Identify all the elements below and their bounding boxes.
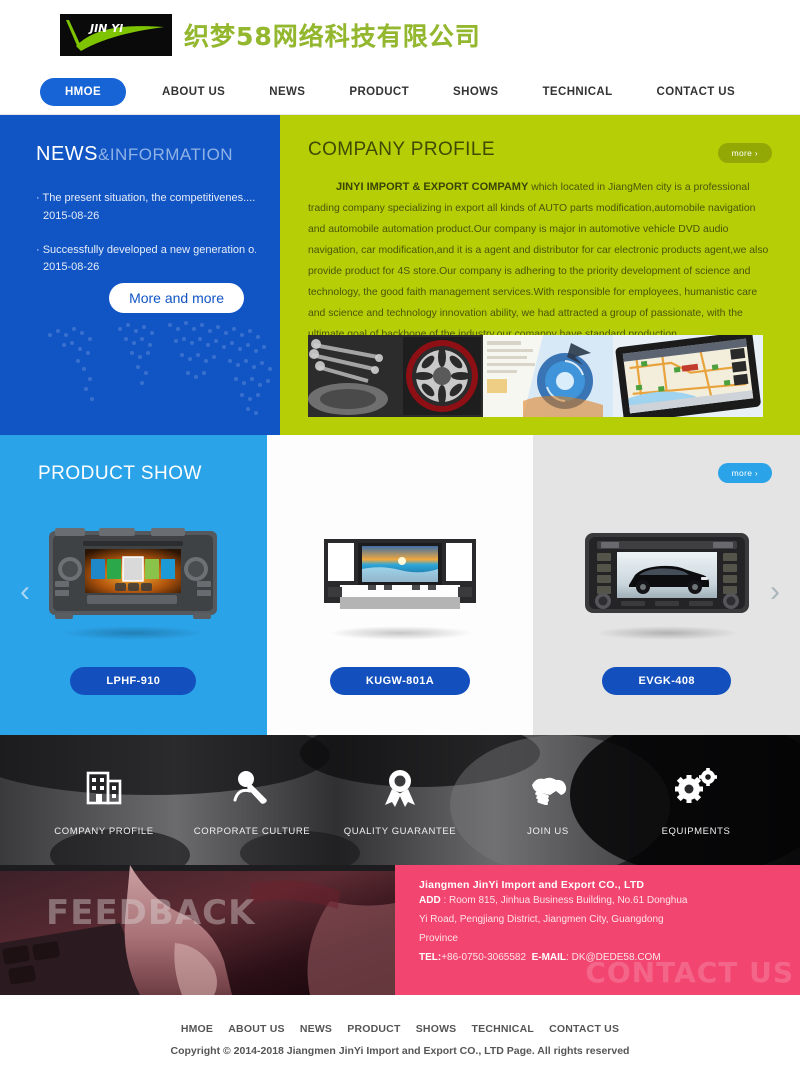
news-list-item[interactable]: · The present situation, the competitive… xyxy=(36,190,256,222)
svg-text:JIN YI: JIN YI xyxy=(88,22,123,35)
service-item-join-us[interactable]: JOIN US xyxy=(474,764,622,837)
nav-item-product[interactable]: PRODUCT xyxy=(327,78,431,106)
contact-tel-email: TEL:+86-0750-3065582 E-MAIL: DK@DEDE58.C… xyxy=(419,952,780,963)
service-label: COMPANY PROFILE xyxy=(54,825,154,837)
auto-tools-photo xyxy=(308,335,483,417)
chevron-left-icon[interactable]: ‹ xyxy=(20,577,30,607)
contact-address-line-1: ADD : Room 815, Jinhua Business Building… xyxy=(419,891,780,910)
service-label: QUALITY GUARANTEE xyxy=(343,825,457,837)
footer-copyright: Copyright © 2014-2018 Jiangmen JinYi Imp… xyxy=(170,1045,630,1057)
feedback-title: FEEDBACK xyxy=(46,893,256,933)
world-map-dots-decoration xyxy=(48,321,272,415)
nav-item-technical[interactable]: TECHNICAL xyxy=(521,78,635,106)
product-image[interactable] xyxy=(43,523,223,640)
contact-email-value: : DK@DEDE58.COM xyxy=(566,952,661,963)
product-image[interactable] xyxy=(577,523,757,640)
product-image-shadow xyxy=(328,626,473,640)
company-profile-title: COMPANY PROFILE xyxy=(308,139,495,160)
nav-item-shows[interactable]: SHOWS xyxy=(431,78,520,106)
chevron-right-icon[interactable]: › xyxy=(770,577,780,607)
main-nav: HMOE ABOUT US NEWS PRODUCT SHOWS TECHNIC… xyxy=(0,70,800,115)
news-heading: NEWS&INFORMATION xyxy=(36,143,256,166)
news-item-date: 2015-08-26 xyxy=(43,261,100,273)
news-and-profile-row: NEWS&INFORMATION · The present situation… xyxy=(0,115,800,435)
contact-address-line-2: Yi Road, Pengjiang District, Jiangmen Ci… xyxy=(419,914,664,925)
contact-address-text: : Room 815, Jinhua Business Building, No… xyxy=(440,895,688,906)
service-item-quality-guarantee[interactable]: QUALITY GUARANTEE xyxy=(326,764,474,837)
product-show-more-button[interactable]: more › xyxy=(717,463,773,483)
contact-panel: CONTACT US Jiangmen JinYi Import and Exp… xyxy=(395,865,800,995)
footer-nav-hmoe[interactable]: HMOE xyxy=(181,1023,213,1035)
nav-item-hmoe[interactable]: HMOE xyxy=(40,78,126,106)
contact-email-label: E-MAIL xyxy=(531,952,567,963)
car-dvd-player-double-din-image xyxy=(49,528,218,619)
gears-icon xyxy=(622,764,770,812)
news-list-item[interactable]: · Successfully developed a new generatio… xyxy=(36,242,256,274)
footer-nav-news[interactable]: NEWS xyxy=(300,1023,332,1035)
product-card: more › › EVGK-408 xyxy=(533,435,800,735)
company-profile-panel: COMPANY PROFILE more › JINYI IMPORT & EX… xyxy=(280,115,800,435)
car-dvd-player-sedan-screen-image xyxy=(584,533,749,613)
footer-nav-about-us[interactable]: ABOUT US xyxy=(228,1023,284,1035)
product-show-row: PRODUCT SHOW ‹ LPHF-910 KUGW-801A more ›… xyxy=(0,435,800,735)
news-item-title: · The present situation, the competitive… xyxy=(36,192,256,204)
footer-nav-technical[interactable]: TECHNICAL xyxy=(472,1023,534,1035)
news-more-button[interactable]: More and more xyxy=(109,283,244,313)
news-item-date: 2015-08-26 xyxy=(43,209,100,222)
car-dash-fascia-frame-image xyxy=(324,539,476,609)
company-name-cn: 织梦58网络科技有限公司 xyxy=(184,17,481,53)
services-strip: COMPANY PROFILE CORPORATE CULTURE QUALIT… xyxy=(0,735,800,865)
news-heading-sub: &INFORMATION xyxy=(98,145,234,164)
service-label: JOIN US xyxy=(527,825,569,837)
product-card: KUGW-801A xyxy=(266,435,534,735)
product-card: PRODUCT SHOW ‹ LPHF-910 xyxy=(0,435,267,735)
feedback-and-contact-row: FEEDBACK CONTACT US Jiangmen JinYi Impor… xyxy=(0,865,800,995)
service-label: CORPORATE CULTURE xyxy=(193,825,311,837)
footer-nav-shows[interactable]: SHOWS xyxy=(416,1023,457,1035)
service-item-company-profile[interactable]: COMPANY PROFILE xyxy=(30,764,178,837)
site-footer: HMOE ABOUT US NEWS PRODUCT SHOWS TECHNIC… xyxy=(0,995,800,1090)
product-image[interactable] xyxy=(310,523,490,640)
footer-nav: HMOE ABOUT US NEWS PRODUCT SHOWS TECHNIC… xyxy=(0,1023,800,1035)
service-label: EQUIPMENTS xyxy=(661,825,731,837)
building-icon xyxy=(30,764,178,812)
profile-collage-image xyxy=(308,335,763,417)
footer-nav-product[interactable]: PRODUCT xyxy=(347,1023,400,1035)
product-image-shadow xyxy=(61,626,207,640)
feedback-panel[interactable]: FEEDBACK xyxy=(0,865,395,995)
site-header: JIN YI 织梦58网络科技有限公司 xyxy=(0,0,800,70)
gps-navigation-device-photo xyxy=(613,335,763,417)
contact-address-line-3: Province xyxy=(419,933,458,944)
product-name-button[interactable]: LPHF-910 xyxy=(70,667,197,695)
company-profile-text: JINYI IMPORT & EXPORT COMPAMY which loca… xyxy=(308,177,770,345)
product-image-shadow xyxy=(594,626,740,640)
footer-nav-contact-us[interactable]: CONTACT US xyxy=(549,1023,619,1035)
company-profile-body: which located in JiangMen city is a prof… xyxy=(308,182,769,340)
contact-company-name: Jiangmen JinYi Import and Export CO., LT… xyxy=(419,879,645,891)
news-panel: NEWS&INFORMATION · The present situation… xyxy=(0,115,280,435)
contact-tel-label: TEL: xyxy=(419,952,442,963)
award-ribbon-icon xyxy=(326,764,474,812)
company-profile-lead: JINYI IMPORT & EXPORT COMPAMY xyxy=(336,181,529,193)
nav-item-about-us[interactable]: ABOUT US xyxy=(140,78,247,106)
contact-add-label: ADD xyxy=(419,895,441,906)
handshake-icon xyxy=(474,764,622,812)
news-item-title: · Successfully developed a new generatio… xyxy=(36,243,256,256)
news-list: · The present situation, the competitive… xyxy=(36,190,256,273)
product-show-title: PRODUCT SHOW xyxy=(38,463,202,484)
product-name-button[interactable]: EVGK-408 xyxy=(602,667,731,695)
nav-item-contact-us[interactable]: CONTACT US xyxy=(635,78,758,106)
microphone-icon xyxy=(178,764,326,812)
news-heading-main: NEWS xyxy=(36,143,98,165)
green-check-swoosh-icon: JIN YI xyxy=(66,20,164,51)
company-profile-more-button[interactable]: more › xyxy=(717,143,772,163)
contact-tel-value: +86-0750-3065582 xyxy=(441,952,527,963)
service-item-equipments[interactable]: EQUIPMENTS xyxy=(622,764,770,837)
tech-turbine-photo xyxy=(483,335,613,417)
service-item-corporate-culture[interactable]: CORPORATE CULTURE xyxy=(178,764,326,837)
product-name-button[interactable]: KUGW-801A xyxy=(329,667,471,695)
logo[interactable]: JIN YI xyxy=(60,14,172,56)
nav-item-news[interactable]: NEWS xyxy=(247,78,327,106)
homepage: JIN YI 织梦58网络科技有限公司 HMOE ABOUT US NEWS P… xyxy=(0,0,800,1090)
